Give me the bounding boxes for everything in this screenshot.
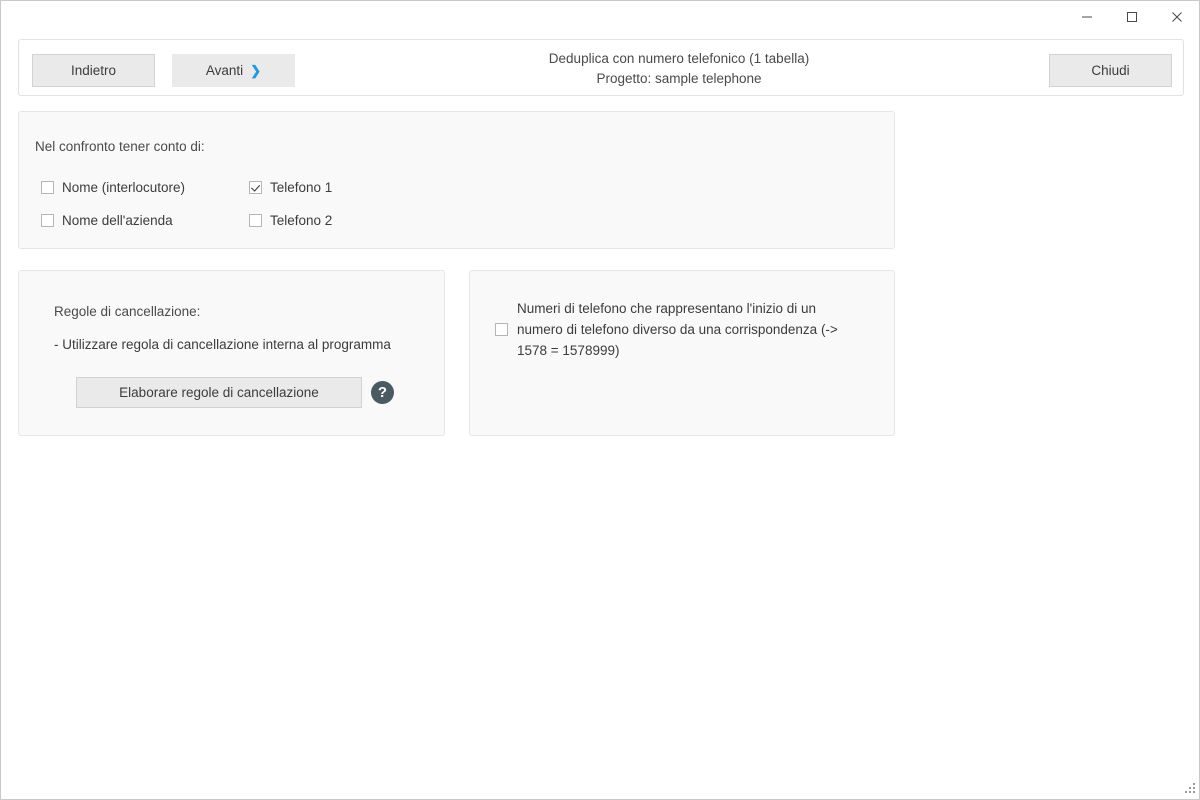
compare-criteria-heading: Nel confronto tener conto di: [35, 139, 205, 154]
resize-grip[interactable] [1183, 783, 1196, 796]
checkbox-row-telefono-1[interactable]: Telefono 1 [249, 180, 332, 195]
next-button[interactable]: Avanti ❯ [172, 54, 295, 87]
wizard-toolbar: Indietro Avanti ❯ Deduplica con numero t… [18, 39, 1184, 96]
compare-criteria-panel: Nel confronto tener conto di: Nome (inte… [18, 111, 895, 249]
close-window-button[interactable] [1154, 1, 1199, 32]
process-deletion-rules-label: Elaborare regole di cancellazione [119, 385, 319, 400]
deletion-rules-detail: - Utilizzare regola di cancellazione int… [54, 337, 391, 352]
deletion-rules-heading: Regole di cancellazione: [54, 304, 201, 319]
wizard-title-line2: Progetto: sample telephone [596, 70, 762, 86]
help-glyph: ? [377, 384, 388, 401]
checkbox-label-nome-azienda: Nome dell'azienda [62, 213, 173, 228]
application-window: Indietro Avanti ❯ Deduplica con numero t… [0, 0, 1200, 800]
back-button-label: Indietro [70, 63, 117, 78]
back-button[interactable]: Indietro [32, 54, 155, 87]
minimize-icon [1081, 11, 1093, 23]
next-button-label: Avanti [205, 63, 244, 78]
checkbox-start-number-match[interactable] [495, 323, 508, 336]
checkbox-nome-interlocutore[interactable] [41, 181, 54, 194]
checkbox-label-start-number-match: Numeri di telefono che rappresentano l'i… [517, 301, 838, 358]
close-icon [1171, 11, 1183, 23]
chevron-right-icon: ❯ [250, 63, 262, 78]
checkbox-row-nome-interlocutore[interactable]: Nome (interlocutore) [41, 180, 185, 195]
checkbox-row-telefono-2[interactable]: Telefono 2 [249, 213, 332, 228]
close-dialog-button[interactable]: Chiudi [1049, 54, 1172, 87]
maximize-icon [1126, 11, 1138, 23]
wizard-title: Deduplica con numero telefonico (1 tabel… [319, 49, 1039, 88]
checkbox-telefono-2[interactable] [249, 214, 262, 227]
minimize-button[interactable] [1064, 1, 1109, 32]
checkbox-label-telefono-2: Telefono 2 [270, 213, 333, 228]
title-bar [1, 1, 1199, 32]
checkbox-label-telefono-1: Telefono 1 [270, 180, 333, 195]
close-dialog-label: Chiudi [1091, 63, 1130, 78]
process-deletion-rules-button[interactable]: Elaborare regole di cancellazione [76, 377, 362, 408]
start-number-match-panel: Numeri di telefono che rappresentano l'i… [469, 270, 895, 436]
checkbox-row-start-number-match[interactable]: Numeri di telefono che rappresentano l'i… [495, 298, 875, 361]
maximize-button[interactable] [1109, 1, 1154, 32]
checkbox-label-nome-interlocutore: Nome (interlocutore) [62, 180, 186, 195]
help-icon[interactable]: ? [371, 381, 394, 404]
deletion-rules-panel: Regole di cancellazione: - Utilizzare re… [18, 270, 445, 436]
checkbox-telefono-1[interactable] [249, 181, 262, 194]
checkbox-nome-azienda[interactable] [41, 214, 54, 227]
checkbox-row-nome-azienda[interactable]: Nome dell'azienda [41, 213, 173, 228]
wizard-title-line1: Deduplica con numero telefonico (1 tabel… [548, 51, 810, 66]
